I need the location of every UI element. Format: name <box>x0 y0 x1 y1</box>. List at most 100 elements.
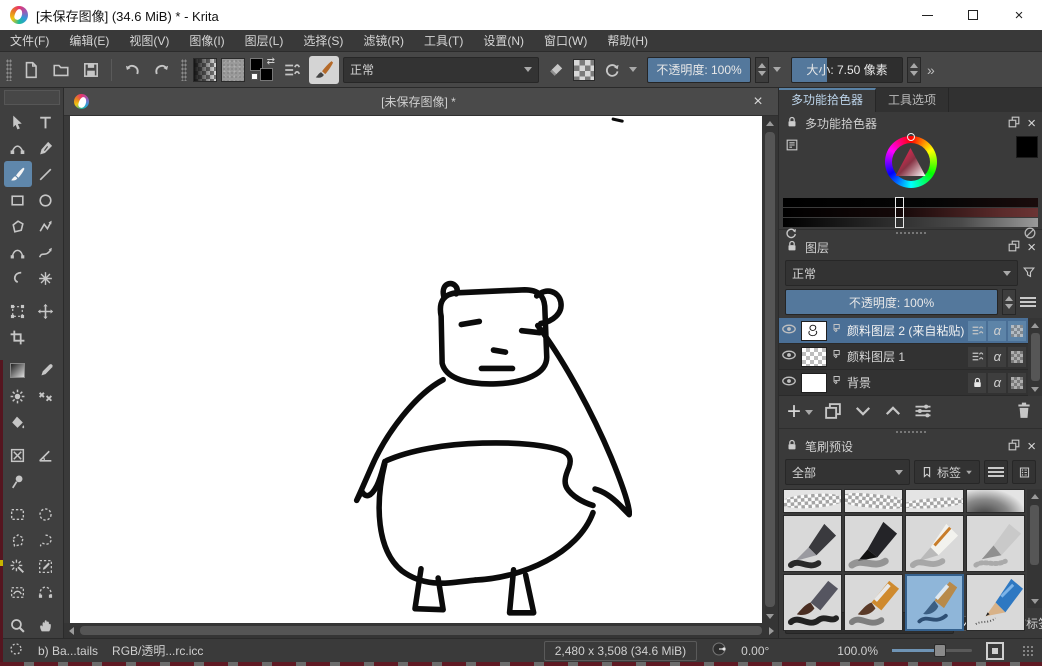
delete-layer-button[interactable] <box>1014 401 1034 424</box>
scroll-down-icon[interactable] <box>1028 382 1042 396</box>
selection-mode-icon[interactable] <box>8 641 24 660</box>
tool-freehand-path[interactable] <box>32 239 60 265</box>
new-document-button[interactable] <box>18 57 44 83</box>
layer-blend-checker-icon[interactable] <box>1008 347 1026 367</box>
tool-zoom[interactable] <box>4 612 32 638</box>
maximize-button[interactable] <box>950 0 996 30</box>
disabled-icon[interactable] <box>1023 226 1037 243</box>
undo-button[interactable] <box>119 57 145 83</box>
menu-item-select[interactable]: 选择(S) <box>293 30 353 52</box>
reset-colors-icon[interactable] <box>251 73 258 80</box>
window-resize-grip[interactable] <box>1022 645 1034 657</box>
tool-crop[interactable] <box>4 324 32 350</box>
menu-item-window[interactable]: 窗口(W) <box>534 30 597 52</box>
eraser-mode-button[interactable] <box>543 57 569 83</box>
layer-row[interactable]: 颜料图层 1 α <box>779 344 1028 370</box>
menu-item-tools[interactable]: 工具(T) <box>414 30 473 52</box>
chevron-down-icon[interactable] <box>629 67 637 72</box>
menu-item-filter[interactable]: 滤镜(R) <box>353 30 414 52</box>
scroll-right-icon[interactable] <box>764 624 778 638</box>
tool-move[interactable] <box>32 298 60 324</box>
preset-view-mode-icon[interactable] <box>1012 460 1036 484</box>
menu-item-edit[interactable]: 编辑(E) <box>59 30 119 52</box>
brush-preset-marker-black[interactable] <box>844 515 903 572</box>
toolbar-overflow-button[interactable]: » <box>927 62 935 78</box>
tool-freehand-brush[interactable] <box>4 161 32 187</box>
brush-preset-pen-dark[interactable] <box>783 515 842 572</box>
tool-gradient[interactable] <box>4 357 32 383</box>
scroll-up-icon[interactable] <box>763 116 777 130</box>
visibility-eye-icon[interactable] <box>781 347 797 366</box>
preset-filter-combo[interactable]: 全部 <box>785 459 910 485</box>
preset-menu-icon[interactable] <box>984 460 1008 484</box>
tool-calligraphy[interactable] <box>32 135 60 161</box>
refresh-colors-icon[interactable] <box>784 226 798 243</box>
tool-pan[interactable] <box>32 612 60 638</box>
brush-preset-pencil-silver[interactable] <box>966 515 1025 572</box>
layer-list-scrollbar[interactable] <box>1028 318 1042 396</box>
scroll-up-icon[interactable] <box>1028 318 1042 332</box>
layer-blending-mode-combo[interactable]: 正常 <box>785 260 1018 286</box>
minimize-button[interactable] <box>904 0 950 30</box>
visibility-eye-icon[interactable] <box>781 373 797 392</box>
layer-thumbnail[interactable] <box>801 321 827 341</box>
layer-options-icon[interactable] <box>1020 297 1036 307</box>
layer-blend-checker-icon[interactable] <box>1008 373 1026 393</box>
lock-icon[interactable] <box>785 115 799 132</box>
tab-tool-options[interactable]: 工具选项 <box>876 88 949 112</box>
current-color-swatch[interactable] <box>1016 136 1038 158</box>
brush-size-spinner[interactable] <box>907 57 921 83</box>
layer-style-icon[interactable] <box>831 375 843 390</box>
tool-freehand-select[interactable] <box>32 527 60 553</box>
tool-line[interactable] <box>32 161 60 187</box>
tool-transform[interactable] <box>4 298 32 324</box>
tool-edit-shapes[interactable] <box>4 135 32 161</box>
menu-item-settings[interactable]: 设置(N) <box>473 30 534 52</box>
zoom-slider[interactable] <box>892 649 972 652</box>
color-wheel[interactable] <box>885 136 937 188</box>
tool-pattern-edit[interactable] <box>4 383 32 409</box>
menu-item-help[interactable]: 帮助(H) <box>597 30 658 52</box>
layer-scroll-thumb[interactable] <box>1031 333 1040 381</box>
background-color-swatch[interactable] <box>260 68 273 81</box>
brush-size-slider[interactable]: 大小: 7.50 像素 <box>791 57 903 83</box>
tool-ellipse-select[interactable] <box>32 501 60 527</box>
layer-thumbnail[interactable] <box>801 373 827 393</box>
add-layer-dropdown-icon[interactable] <box>805 410 813 415</box>
foreground-background-colors[interactable]: ⇄ <box>249 57 275 83</box>
tool-dynamic-brush[interactable] <box>4 265 32 291</box>
brush-preset-paintbrush-orange[interactable] <box>844 574 903 631</box>
menu-item-image[interactable]: 图像(I) <box>179 30 234 52</box>
tool-measure[interactable] <box>32 442 60 468</box>
duplicate-layer-button[interactable] <box>823 401 843 424</box>
pattern-chooser[interactable] <box>221 58 245 82</box>
move-layer-down-button[interactable] <box>853 401 873 424</box>
reload-preset-button[interactable] <box>599 57 625 83</box>
tag-button[interactable]: 标签 <box>914 460 980 484</box>
alpha-lock-icon[interactable]: α <box>988 321 1006 341</box>
color-value-bar[interactable] <box>783 218 1038 227</box>
tool-color-sampler[interactable] <box>32 357 60 383</box>
scroll-left-icon[interactable] <box>64 624 78 638</box>
move-layer-up-button[interactable] <box>883 401 903 424</box>
tool-multibrush[interactable] <box>32 265 60 291</box>
lock-icon[interactable] <box>785 438 799 455</box>
horizontal-scroll-thumb[interactable] <box>80 626 762 635</box>
tool-ellipse[interactable] <box>32 187 60 213</box>
tool-polyline[interactable] <box>32 213 60 239</box>
save-button[interactable] <box>78 57 104 83</box>
tool-select-shapes[interactable] <box>4 109 32 135</box>
redo-button[interactable] <box>149 57 175 83</box>
close-panel-icon[interactable]: × <box>1027 115 1036 132</box>
brush-grid-scrollbar[interactable] <box>1027 489 1042 608</box>
open-document-button[interactable] <box>48 57 74 83</box>
tool-enclose-fill[interactable] <box>4 442 32 468</box>
brush-preset-eraser[interactable] <box>844 489 903 513</box>
float-panel-icon[interactable] <box>1007 115 1021 132</box>
canvas-rotation-dial-icon[interactable] <box>711 641 727 660</box>
tool-polygon-select[interactable] <box>4 527 32 553</box>
layer-style-icon[interactable] <box>831 323 843 338</box>
color-triangle[interactable] <box>896 148 926 176</box>
close-panel-icon[interactable]: × <box>1027 438 1036 455</box>
brush-preset-eraser[interactable] <box>905 489 964 513</box>
